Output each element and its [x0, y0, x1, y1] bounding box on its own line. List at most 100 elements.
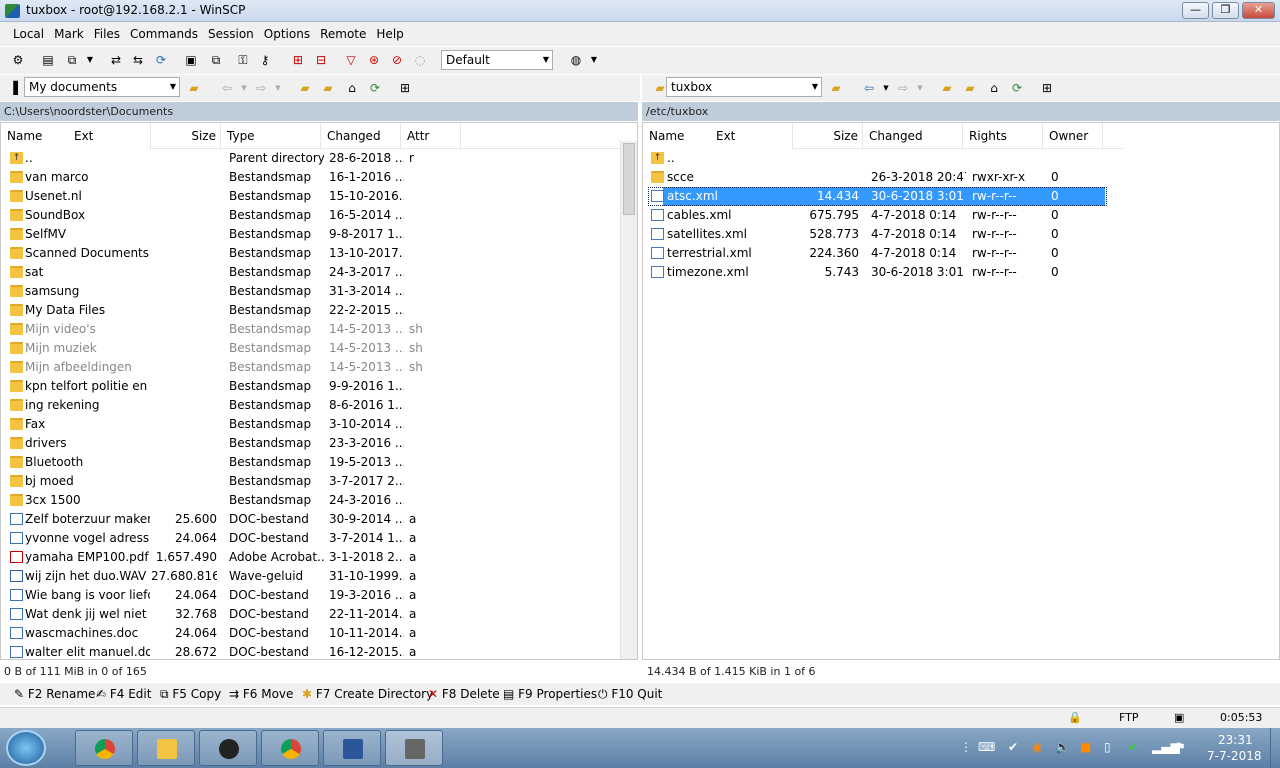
putty-icon[interactable]: ⚿	[235, 52, 251, 68]
taskbar-word[interactable]	[323, 730, 381, 766]
local-file-row[interactable]: Usenet.nl Bestandsmap 15-10-2016...	[1, 187, 621, 206]
show-desktop-button[interactable]	[1270, 728, 1280, 768]
filter-icon[interactable]: ▽	[343, 52, 359, 68]
invert-selection-icon[interactable]: ⊛	[366, 52, 382, 68]
local-location-combo[interactable]: My documents ▼	[24, 77, 180, 97]
menu-help[interactable]: Help	[371, 22, 408, 46]
menu-remote[interactable]: Remote	[315, 22, 371, 46]
queue-icon[interactable]: ⧉	[208, 52, 224, 68]
taskbar-winscp[interactable]	[385, 730, 443, 766]
column-rights[interactable]: Rights	[963, 123, 1043, 149]
maximize-button[interactable]: ❐	[1212, 2, 1239, 19]
flag-icon[interactable]: ⚑	[1175, 740, 1186, 754]
local-file-row[interactable]: sat Bestandsmap 24-3-2017 ...	[1, 263, 621, 282]
local-file-row[interactable]: bj moed Bestandsmap 3-7-2017 2...	[1, 472, 621, 491]
clear-selection-icon[interactable]: ⊘	[389, 52, 405, 68]
local-file-row[interactable]: ↑.. Parent directory 28-6-2018 ... r	[1, 149, 621, 168]
properties-button[interactable]: ▤ F9 Properties	[503, 686, 597, 702]
local-file-row[interactable]: Scanned Documents Bestandsmap 13-10-2017..…	[1, 244, 621, 263]
remote-file-panel[interactable]: Name Ext Size Changed Rights Owner ↑.. scc…	[642, 122, 1280, 660]
local-file-row[interactable]: Zelf boterzuur maken.... 25.600 DOC-bestan…	[1, 510, 621, 529]
delete-button[interactable]: ✕ F8 Delete	[428, 686, 500, 702]
dropdown-arrow-icon[interactable]: ▼	[878, 80, 894, 96]
local-file-row[interactable]: SoundBox Bestandsmap 16-5-2014 ...	[1, 206, 621, 225]
local-file-row[interactable]: walter elit manuel.doc 28.672 DOC-bestand 1…	[1, 643, 621, 659]
local-file-row[interactable]: kpn telfort politie en c... Bestandsmap 9-…	[1, 377, 621, 396]
dropdown-arrow-icon[interactable]: ▼	[270, 80, 286, 96]
local-file-row[interactable]: drivers Bestandsmap 23-3-2016 ...	[1, 434, 621, 453]
tree-view-icon[interactable]: ⊞	[1039, 80, 1055, 96]
restore-selection-icon[interactable]: ◌	[412, 52, 428, 68]
copy-button[interactable]: ⧉ F5 Copy	[160, 686, 221, 702]
menu-options[interactable]: Options	[259, 22, 315, 46]
forward-icon[interactable]: ⇨	[253, 80, 269, 96]
remote-file-row[interactable]: atsc.xml 14.434 30-6-2018 3:01 rw-r--r-- 0	[643, 187, 1107, 206]
start-button[interactable]	[6, 730, 46, 766]
parent-directory-icon[interactable]: ▰	[939, 80, 955, 96]
column-changed[interactable]: Changed	[863, 123, 963, 149]
dropdown-arrow-icon[interactable]: ▼	[912, 80, 928, 96]
local-file-row[interactable]: Wat denk jij wel niet ... 32.768 DOC-besta…	[1, 605, 621, 624]
remote-file-row[interactable]: satellites.xml 528.773 4-7-2018 0:14 rw-r--…	[643, 225, 1107, 244]
column-size[interactable]: Size	[151, 123, 221, 149]
local-file-row[interactable]: yamaha EMP100.pdf 1.657.490 Adobe Acrobat.…	[1, 548, 621, 567]
local-file-row[interactable]: samsung Bestandsmap 31-3-2014 ...	[1, 282, 621, 301]
tray-expand-icon[interactable]: ⋮	[960, 740, 972, 754]
usb-icon[interactable]: ▯	[1104, 740, 1111, 754]
column-type[interactable]: Type	[221, 123, 321, 149]
dropdown-arrow-icon[interactable]: ▼	[586, 52, 602, 68]
local-file-row[interactable]: My Data Files Bestandsmap 22-2-2015 ...	[1, 301, 621, 320]
avast-icon[interactable]: ◉	[1032, 740, 1042, 754]
forward-icon[interactable]: ⇨	[895, 80, 911, 96]
local-scrollbar[interactable]	[620, 141, 637, 659]
rename-button[interactable]: ✎ F2 Rename	[14, 686, 95, 702]
taskbar-explorer[interactable]	[137, 730, 195, 766]
scrollbar-thumb[interactable]	[623, 143, 635, 215]
refresh-icon[interactable]: ⟳	[1009, 80, 1025, 96]
parent-directory-icon[interactable]: ▰	[297, 80, 313, 96]
local-file-row[interactable]: wij zijn het duo.WAV 27.680.816 Wave-gelui…	[1, 567, 621, 586]
globe-icon[interactable]: ◍	[568, 52, 584, 68]
open-folder-icon[interactable]: ▰	[186, 80, 202, 96]
clock-date[interactable]: 7-7-2018	[1207, 749, 1261, 763]
menu-files[interactable]: Files	[89, 22, 125, 46]
local-file-row[interactable]: Bluetooth Bestandsmap 19-5-2013 ...	[1, 453, 621, 472]
keys-icon[interactable]: ⚷	[257, 52, 273, 68]
local-file-row[interactable]: 3cx 1500 Bestandsmap 24-3-2016 ...	[1, 491, 621, 510]
column-name[interactable]: Name Ext	[643, 123, 793, 149]
column-attr[interactable]: Attr	[401, 123, 461, 149]
local-file-row[interactable]: Mijn afbeeldingen Bestandsmap 14-5-2013 ..…	[1, 358, 621, 377]
taskbar-chrome-2[interactable]	[261, 730, 319, 766]
dropdown-arrow-icon[interactable]: ▼	[82, 52, 98, 68]
close-button[interactable]: ✕	[1242, 2, 1275, 19]
local-file-row[interactable]: van marco Bestandsmap 16-1-2016 ...	[1, 168, 621, 187]
remote-file-row[interactable]: scce 26-3-2018 20:47 rwxr-xr-x 0	[643, 168, 1107, 187]
dropdown-arrow-icon[interactable]: ▼	[236, 80, 252, 96]
remote-file-row[interactable]: terrestrial.xml 224.360 4-7-2018 0:14 rw-r-…	[643, 244, 1107, 263]
menu-local[interactable]: Local	[8, 22, 49, 46]
create-directory-button[interactable]: ✱ F7 Create Directory	[302, 686, 433, 702]
local-file-row[interactable]: wascmachines.doc 24.064 DOC-bestand 10-11-2…	[1, 624, 621, 643]
column-changed[interactable]: Changed	[321, 123, 401, 149]
back-icon[interactable]: ⇦	[861, 80, 877, 96]
refresh-icon[interactable]: ⟳	[153, 52, 169, 68]
transfer-settings-combo[interactable]: Default ▼	[441, 50, 553, 70]
remote-file-row[interactable]: ↑..	[643, 149, 1107, 168]
local-file-panel[interactable]: Name Ext Size Type Changed Attr ↑.. Parent…	[0, 122, 638, 660]
tray-app-icon[interactable]: ✔	[1008, 740, 1018, 754]
local-file-row[interactable]: ing rekening Bestandsmap 8-6-2016 1...	[1, 396, 621, 415]
local-file-row[interactable]: Fax Bestandsmap 3-10-2014 ...	[1, 415, 621, 434]
local-file-row[interactable]: SelfMV Bestandsmap 9-8-2017 1...	[1, 225, 621, 244]
tree-view-icon[interactable]: ⊞	[397, 80, 413, 96]
back-icon[interactable]: ⇦	[219, 80, 235, 96]
open-folder-icon[interactable]: ▰	[828, 80, 844, 96]
menu-mark[interactable]: Mark	[49, 22, 89, 46]
remote-file-row[interactable]: cables.xml 675.795 4-7-2018 0:14 rw-r--r-- 0	[643, 206, 1107, 225]
compare-directories-icon[interactable]: ⧉	[64, 52, 80, 68]
home-icon[interactable]: ⌂	[344, 80, 360, 96]
move-button[interactable]: ⇉ F6 Move	[229, 686, 293, 702]
volume-icon[interactable]: 🔈	[1055, 740, 1070, 754]
local-file-row[interactable]: Wie bang is voor liefd... 24.064 DOC-besta…	[1, 586, 621, 605]
root-directory-icon[interactable]: ▰	[962, 80, 978, 96]
local-file-row[interactable]: Mijn video's Bestandsmap 14-5-2013 ... sh	[1, 320, 621, 339]
